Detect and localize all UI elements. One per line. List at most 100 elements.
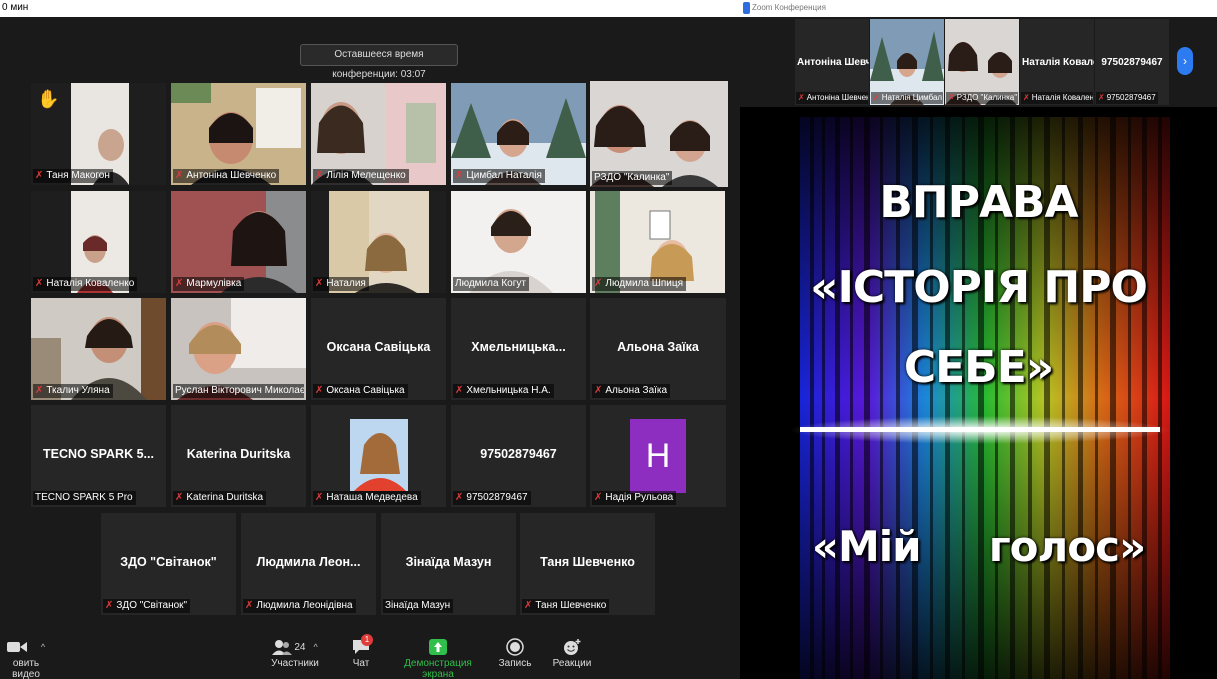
record-button[interactable]: Запись bbox=[496, 636, 534, 669]
participant-label: ✗ Лілія Мелещенко bbox=[313, 169, 409, 183]
chat-unread-badge: 1 bbox=[361, 634, 373, 646]
strip-thumbnail[interactable]: ✗ РЗДО "Калинка" bbox=[945, 19, 1019, 105]
chat-label: Чат bbox=[352, 658, 370, 669]
participant-label: TECNO SPARK 5 Pro bbox=[33, 491, 136, 505]
muted-mic-icon: ✗ bbox=[315, 278, 324, 289]
participant-label: ✗ Таня Шевченко bbox=[522, 599, 610, 613]
strip-thumbnail[interactable]: Наталія Ковале... ✗Наталія Коваленко bbox=[1020, 19, 1094, 105]
participant-tile[interactable]: Katerina Duritska ✗ Katerina Duritska bbox=[171, 405, 306, 507]
thumbnail-label: ✗ 97502879467 bbox=[1096, 92, 1158, 104]
gallery-view: Оставшееся время конференции: 03:07 ✋ ✗ Т… bbox=[0, 17, 740, 679]
participant-label: ✗ Таня Макогон bbox=[33, 169, 113, 183]
participant-tile[interactable]: TECNO SPARK 5... TECNO SPARK 5 Pro bbox=[31, 405, 166, 507]
participant-display-name: Зінаїда Мазун bbox=[405, 555, 492, 569]
next-page-button[interactable]: › bbox=[1177, 47, 1193, 75]
participant-tile[interactable]: Зінаїда Мазун Зінаїда Мазун bbox=[381, 513, 516, 615]
shared-slide: ВПРАВА «ІСТОРІЯ ПРО СЕБЕ» «Мій голос» bbox=[740, 117, 1217, 679]
chevron-right-icon: › bbox=[1183, 54, 1187, 68]
participant-label: ✗ Людмила Леонідівна bbox=[243, 599, 356, 613]
video-tile[interactable]: ✗ Наталия bbox=[311, 191, 446, 293]
participant-display-name: Оксана Савіцька bbox=[326, 340, 431, 354]
muted-mic-icon: ✗ bbox=[524, 600, 533, 611]
participant-tile[interactable]: Таня Шевченко ✗ Таня Шевченко bbox=[520, 513, 655, 615]
participant-label: ✗ Людмила Шпиця bbox=[592, 277, 687, 291]
strip-thumbnail[interactable]: ✗ Наталія Цимбал bbox=[870, 19, 944, 105]
participant-display-name: TECNO SPARK 5... bbox=[43, 447, 154, 461]
chevron-up-icon[interactable]: ^ bbox=[313, 642, 317, 652]
participant-label: ✗ Цимбал Наталія bbox=[453, 169, 545, 183]
muted-mic-icon: ✗ bbox=[1098, 93, 1105, 102]
video-tile[interactable]: ✗ Мармулівка bbox=[171, 191, 306, 293]
participant-tile[interactable]: Альона Заїка ✗ Альона Заїка bbox=[590, 298, 726, 400]
participants-count: 24 bbox=[294, 641, 306, 653]
shared-screen-panel: Антоніна Шевч... ✗Антоніна Шевченко ✗Нат… bbox=[740, 17, 1217, 679]
top-bar-left: 0 мин bbox=[0, 0, 740, 17]
video-tile[interactable]: ✗ Наталія Коваленко bbox=[31, 191, 166, 293]
video-tile[interactable]: ✗ Антоніна Шевченко bbox=[171, 83, 306, 185]
muted-mic-icon: ✗ bbox=[105, 600, 114, 611]
slide-heading-line-3: СЕБЕ» bbox=[903, 342, 1054, 393]
video-tile[interactable]: Руслан Вікторович Миколаєнко bbox=[171, 298, 306, 400]
participants-button[interactable]: 24 ^ Участники bbox=[262, 636, 328, 669]
participant-label: ✗ 97502879467 bbox=[453, 491, 531, 505]
participant-label: ✗ Мармулівка bbox=[173, 277, 245, 291]
thumbnail-strip: Антоніна Шевч... ✗Антоніна Шевченко ✗Нат… bbox=[740, 17, 1217, 107]
meeting-timer: Оставшееся время конференции: 03:07 bbox=[300, 44, 458, 80]
participant-label: ✗ Хмельницька Н.А. bbox=[453, 384, 554, 398]
muted-mic-icon: ✗ bbox=[594, 492, 603, 503]
participants-icon bbox=[272, 640, 293, 655]
reactions-button[interactable]: Реакции bbox=[551, 636, 593, 669]
profile-photo bbox=[350, 419, 408, 491]
muted-mic-icon: ✗ bbox=[594, 278, 603, 289]
muted-mic-icon: ✗ bbox=[798, 93, 805, 102]
video-tile[interactable]: ✋ ✗ Таня Макогон bbox=[31, 83, 166, 185]
video-tile[interactable]: ✗ Цимбал Наталія bbox=[451, 83, 586, 185]
participant-tile[interactable]: H ✗ Надія Рульова bbox=[590, 405, 726, 507]
window-title: Zoom Конференция bbox=[752, 3, 826, 12]
reactions-label: Реакции bbox=[552, 658, 592, 669]
muted-mic-icon: ✗ bbox=[175, 170, 184, 181]
muted-mic-icon: ✗ bbox=[175, 278, 184, 289]
participant-tile[interactable]: Оксана Савіцька ✗ Оксана Савіцька bbox=[311, 298, 446, 400]
share-screen-button[interactable]: Демонстрация экрана bbox=[390, 636, 486, 679]
reactions-icon bbox=[564, 639, 581, 655]
muted-mic-icon: ✗ bbox=[175, 492, 184, 503]
participant-tile[interactable]: Хмельницька... ✗ Хмельницька Н.А. bbox=[451, 298, 586, 400]
video-tile[interactable]: Людмила Когут bbox=[451, 191, 586, 293]
participant-label: ✗ Ткалич Уляна bbox=[33, 384, 113, 398]
participant-tile[interactable]: ✗ Наташа Медведева bbox=[311, 405, 446, 507]
participant-label: ✗ Наталія Коваленко bbox=[33, 277, 138, 291]
participant-display-name: Таня Шевченко bbox=[540, 555, 635, 569]
avatar: H bbox=[630, 419, 686, 493]
video-button[interactable]: ^ овить видео bbox=[0, 636, 52, 679]
muted-mic-icon: ✗ bbox=[1023, 93, 1030, 102]
zoom-window: 0 мин Zoom Конференция Оставшееся время … bbox=[0, 0, 1217, 679]
thumbnail-label: ✗Наталія Коваленко bbox=[1021, 92, 1093, 104]
chevron-up-icon[interactable]: ^ bbox=[41, 642, 45, 652]
slide-heading-line-1: ВПРАВА bbox=[879, 177, 1078, 228]
video-tile-active-speaker[interactable]: РЗДО "Калинка" bbox=[590, 81, 728, 187]
muted-mic-icon: ✗ bbox=[315, 170, 324, 181]
video-tile[interactable]: ✗ Ткалич Уляна bbox=[31, 298, 166, 400]
participant-tile[interactable]: 97502879467 ✗ 97502879467 bbox=[451, 405, 586, 507]
participant-label: Руслан Вікторович Миколаєнко bbox=[173, 384, 304, 398]
participant-display-name: 97502879467 bbox=[480, 447, 557, 461]
participant-label: ✗ Katerina Duritska bbox=[173, 491, 267, 505]
top-bar-right: Zoom Конференция bbox=[740, 0, 1217, 17]
zoom-icon bbox=[743, 2, 750, 14]
strip-thumbnail[interactable]: Антоніна Шевч... ✗Антоніна Шевченко bbox=[795, 19, 869, 105]
video-tile[interactable]: ✗ Людмила Шпиця bbox=[590, 191, 725, 293]
share-screen-label: Демонстрация экрана bbox=[404, 658, 472, 679]
video-tile[interactable]: ✗ Лілія Мелещенко bbox=[311, 83, 446, 185]
muted-mic-icon: ✗ bbox=[245, 600, 254, 611]
share-screen-icon bbox=[429, 639, 447, 655]
muted-mic-icon: ✗ bbox=[455, 492, 464, 503]
slide-heading-line-4: «Мій голос» bbox=[811, 522, 1146, 571]
participant-label: ✗ Оксана Савіцька bbox=[313, 384, 408, 398]
participant-tile[interactable]: Людмила Леон... ✗ Людмила Леонідівна bbox=[241, 513, 376, 615]
thumbnail-label: ✗Антоніна Шевченко bbox=[796, 92, 868, 104]
strip-thumbnail[interactable]: 97502879467 ✗ 97502879467 bbox=[1095, 19, 1169, 105]
participant-tile[interactable]: ЗДО "Світанок" ✗ ЗДО "Світанок" bbox=[101, 513, 236, 615]
chat-button[interactable]: 1 Чат bbox=[345, 634, 377, 669]
meeting-toolbar: ^ овить видео 24 ^ Участники 1 Чат Демонс… bbox=[0, 632, 740, 679]
